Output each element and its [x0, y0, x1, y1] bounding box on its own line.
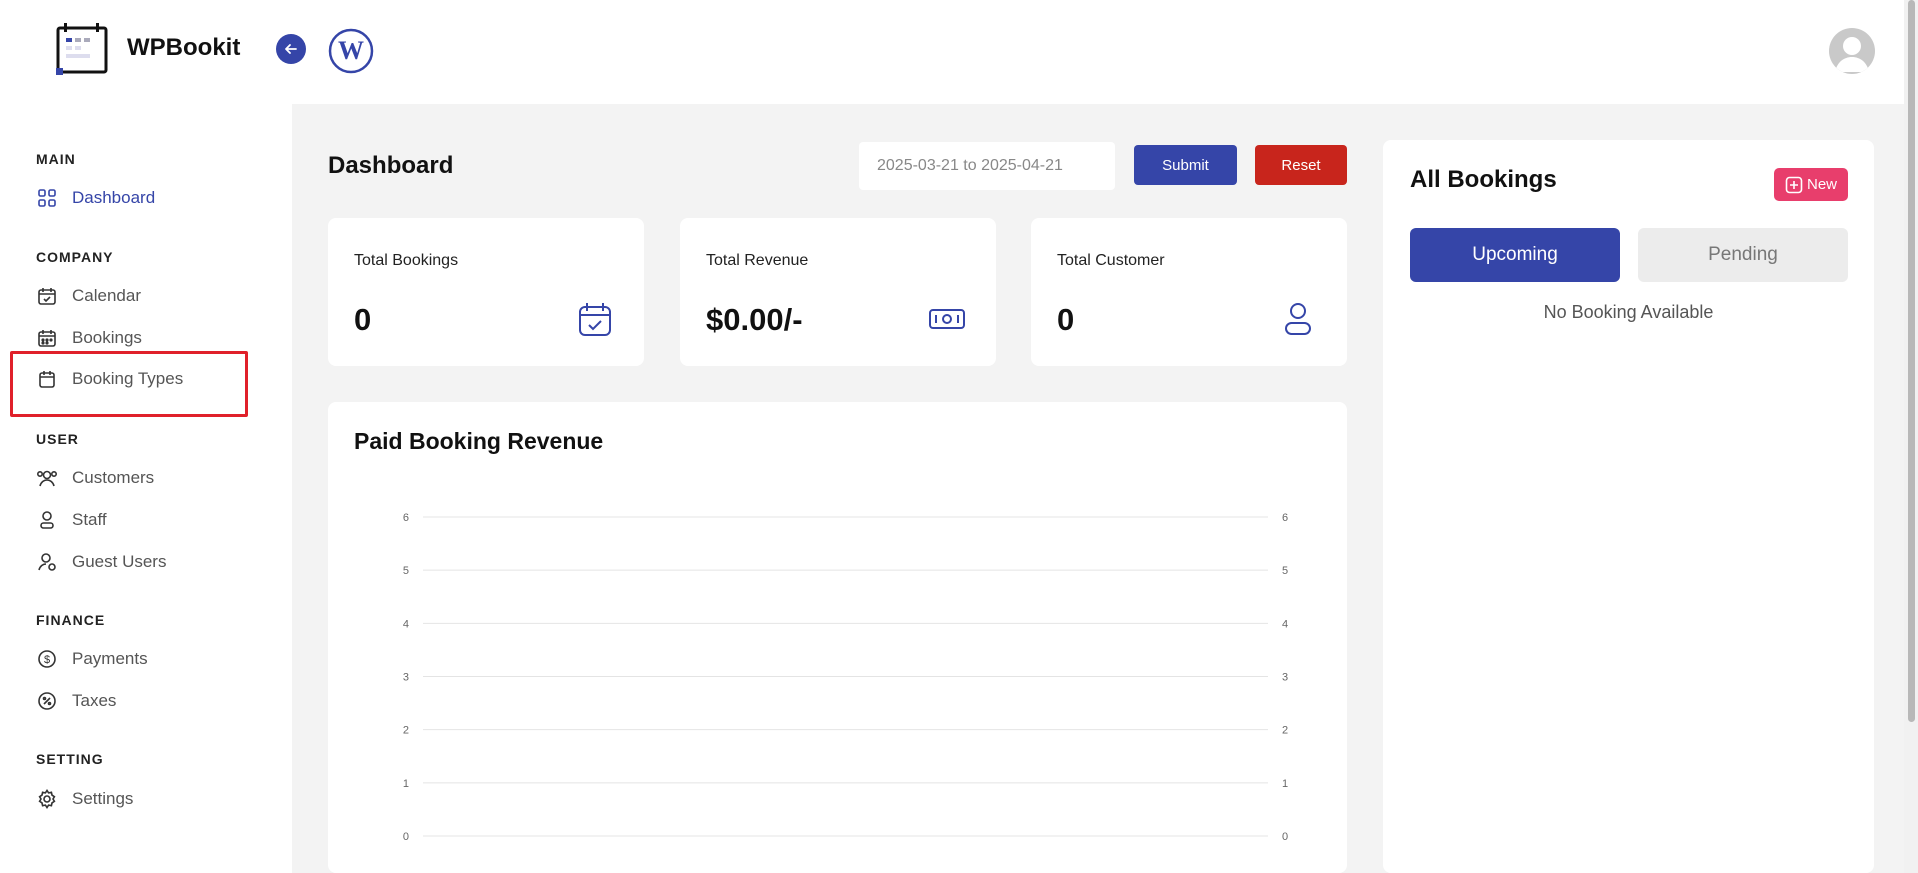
- collapse-sidebar-button[interactable]: [276, 34, 306, 64]
- grid-icon: [36, 187, 58, 209]
- section-company: COMPANY: [36, 249, 114, 265]
- y2-tick-label: 5: [1282, 565, 1288, 577]
- y2-tick-label: 6: [1282, 512, 1288, 524]
- scrollbar-thumb[interactable]: [1908, 0, 1915, 722]
- section-user: USER: [36, 431, 79, 447]
- user-icon: [36, 509, 58, 531]
- sidebar-item-settings[interactable]: Settings: [36, 784, 133, 814]
- empty-bookings-message: No Booking Available: [1543, 302, 1714, 322]
- sidebar-item-dashboard[interactable]: Dashboard: [36, 183, 155, 213]
- sidebar-item-label: Staff: [72, 510, 107, 529]
- all-bookings-panel: All Bookings New Upcoming Pending No Boo…: [1383, 140, 1874, 873]
- stat-value: 0: [354, 302, 372, 337]
- calendar-check-icon: [36, 285, 58, 307]
- sidebar-item-label: Dashboard: [72, 188, 156, 207]
- calendar-icon: [36, 368, 58, 390]
- y-tick-label: 5: [403, 565, 409, 577]
- calendar-logo-icon: [56, 23, 108, 75]
- sidebar-item-guest-users[interactable]: Guest Users: [36, 547, 166, 577]
- y-tick-label: 2: [403, 725, 409, 737]
- users-group-icon: [36, 467, 58, 489]
- stat-value: $0.00/-: [706, 302, 803, 337]
- y-tick-label: 3: [403, 672, 409, 684]
- new-booking-button[interactable]: New: [1774, 168, 1848, 201]
- stat-label: Total Revenue: [706, 252, 809, 269]
- sidebar-item-label: Taxes: [72, 691, 117, 710]
- y2-tick-label: 2: [1282, 725, 1288, 737]
- arrow-left-icon: [285, 44, 297, 54]
- percent-badge-icon: [36, 690, 58, 712]
- y2-tick-label: 3: [1282, 672, 1288, 684]
- section-main: MAIN: [36, 151, 76, 167]
- money-bill-icon: [929, 309, 965, 329]
- sidebar-item-payments[interactable]: $ Payments: [36, 644, 148, 674]
- plus-square-icon: [1785, 176, 1803, 193]
- sidebar-item-calendar[interactable]: Calendar: [36, 281, 141, 311]
- bookings-title: All Bookings: [1410, 166, 1557, 193]
- top-bar: WPBookit W: [0, 0, 1918, 104]
- page-title: Dashboard: [328, 152, 454, 179]
- tab-upcoming[interactable]: Upcoming: [1410, 228, 1620, 282]
- sidebar-item-label: Booking Types: [72, 369, 184, 388]
- sidebar-item-customers[interactable]: Customers: [36, 463, 154, 493]
- y-tick-label: 1: [403, 778, 409, 790]
- section-finance: FINANCE: [36, 612, 106, 628]
- chart-card: Paid Booking Revenue 00112233445566: [328, 402, 1347, 873]
- stat-card-total-revenue: Total Revenue $0.00/-: [680, 218, 996, 366]
- submit-button[interactable]: Submit: [1134, 145, 1237, 185]
- sidebar-item-taxes[interactable]: Taxes: [36, 686, 116, 716]
- sidebar-item-label: Bookings: [72, 328, 142, 347]
- user-avatar-icon[interactable]: [1829, 28, 1875, 74]
- section-setting: SETTING: [36, 751, 104, 767]
- stat-label: Total Bookings: [354, 252, 459, 269]
- y2-tick-label: 4: [1282, 618, 1288, 630]
- y-tick-label: 6: [403, 512, 409, 524]
- svg-text:$: $: [44, 654, 50, 666]
- y2-tick-label: 0: [1282, 831, 1288, 843]
- stat-value: 0: [1057, 302, 1075, 337]
- calendar-grid-icon: [36, 327, 58, 349]
- y-tick-label: 4: [403, 618, 409, 630]
- user-icon: [1285, 303, 1311, 335]
- sidebar-item-label: Payments: [72, 649, 148, 668]
- tab-pending[interactable]: Pending: [1638, 228, 1848, 282]
- sidebar-item-label: Customers: [72, 468, 155, 487]
- stat-label: Total Customer: [1057, 252, 1165, 269]
- svg-text:W: W: [338, 36, 364, 65]
- gear-icon: [36, 788, 58, 810]
- sidebar-item-bookings[interactable]: Bookings: [36, 323, 142, 353]
- sidebar-item-label: Calendar: [72, 286, 141, 305]
- date-range-input[interactable]: [859, 142, 1115, 190]
- brand-name: WPBookit: [127, 34, 241, 61]
- stat-card-total-customer: Total Customer 0: [1031, 218, 1347, 366]
- y2-tick-label: 1: [1282, 778, 1288, 790]
- sidebar-item-label: Guest Users: [72, 552, 167, 571]
- calendar-check-icon: [579, 303, 611, 336]
- wordpress-icon[interactable]: W: [328, 28, 374, 74]
- sidebar-item-staff[interactable]: Staff: [36, 505, 107, 535]
- y-tick-label: 0: [403, 831, 409, 843]
- revenue-chart: 0 0 1 1 2 2 3 3 4 4 5 5 6 6: [403, 512, 1288, 843]
- sidebar-item-label: Settings: [72, 789, 134, 808]
- new-button-label: New: [1806, 176, 1837, 193]
- user-clock-icon: [36, 551, 58, 573]
- stat-card-total-bookings: Total Bookings 0: [328, 218, 644, 366]
- reset-button[interactable]: Reset: [1255, 145, 1347, 185]
- sidebar: MAIN Dashboard COMPANY Calendar Bookings: [0, 104, 292, 873]
- sidebar-item-booking-types[interactable]: Booking Types: [36, 364, 183, 394]
- dollar-circle-icon: $: [36, 648, 58, 670]
